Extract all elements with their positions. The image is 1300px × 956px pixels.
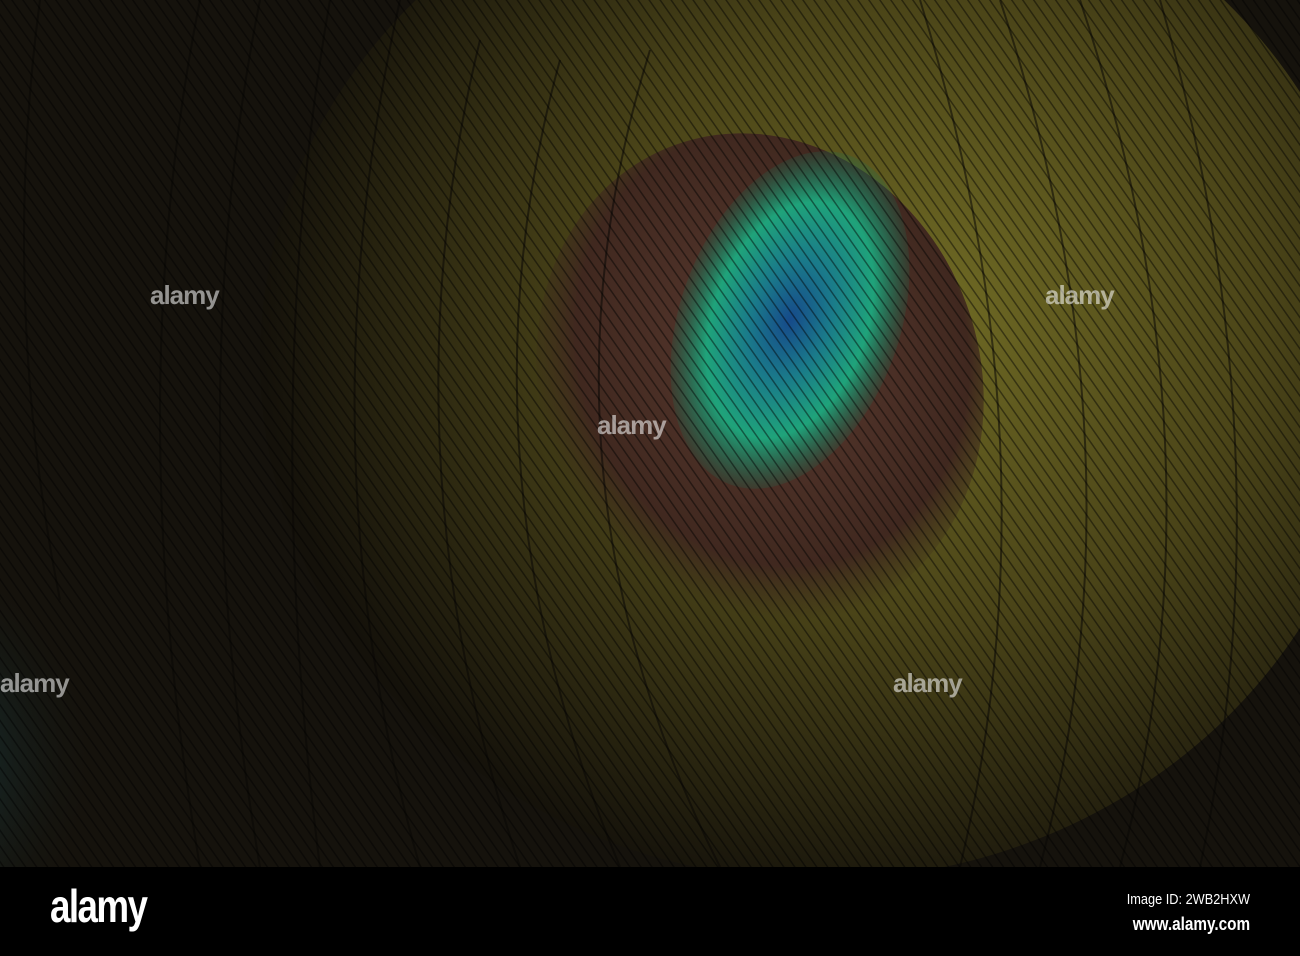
watermark-alamy: alamy — [1045, 280, 1115, 310]
watermark-alamy: alamy — [893, 668, 963, 698]
watermark-alamy: alamy — [150, 280, 220, 310]
site-url: www.alamy.com — [1132, 914, 1250, 934]
image-id: Image ID: 2WB2HXW — [1126, 891, 1250, 908]
alamy-logo: alamy — [50, 880, 148, 932]
peacock-feather-photo: alamy alamy alamy alamy alamy — [0, 0, 1300, 867]
watermark-alamy: alamy — [0, 668, 70, 698]
watermark-alamy: alamy — [597, 410, 667, 440]
footer-bar: alamy Image ID: 2WB2HXW www.alamy.com — [0, 867, 1300, 956]
